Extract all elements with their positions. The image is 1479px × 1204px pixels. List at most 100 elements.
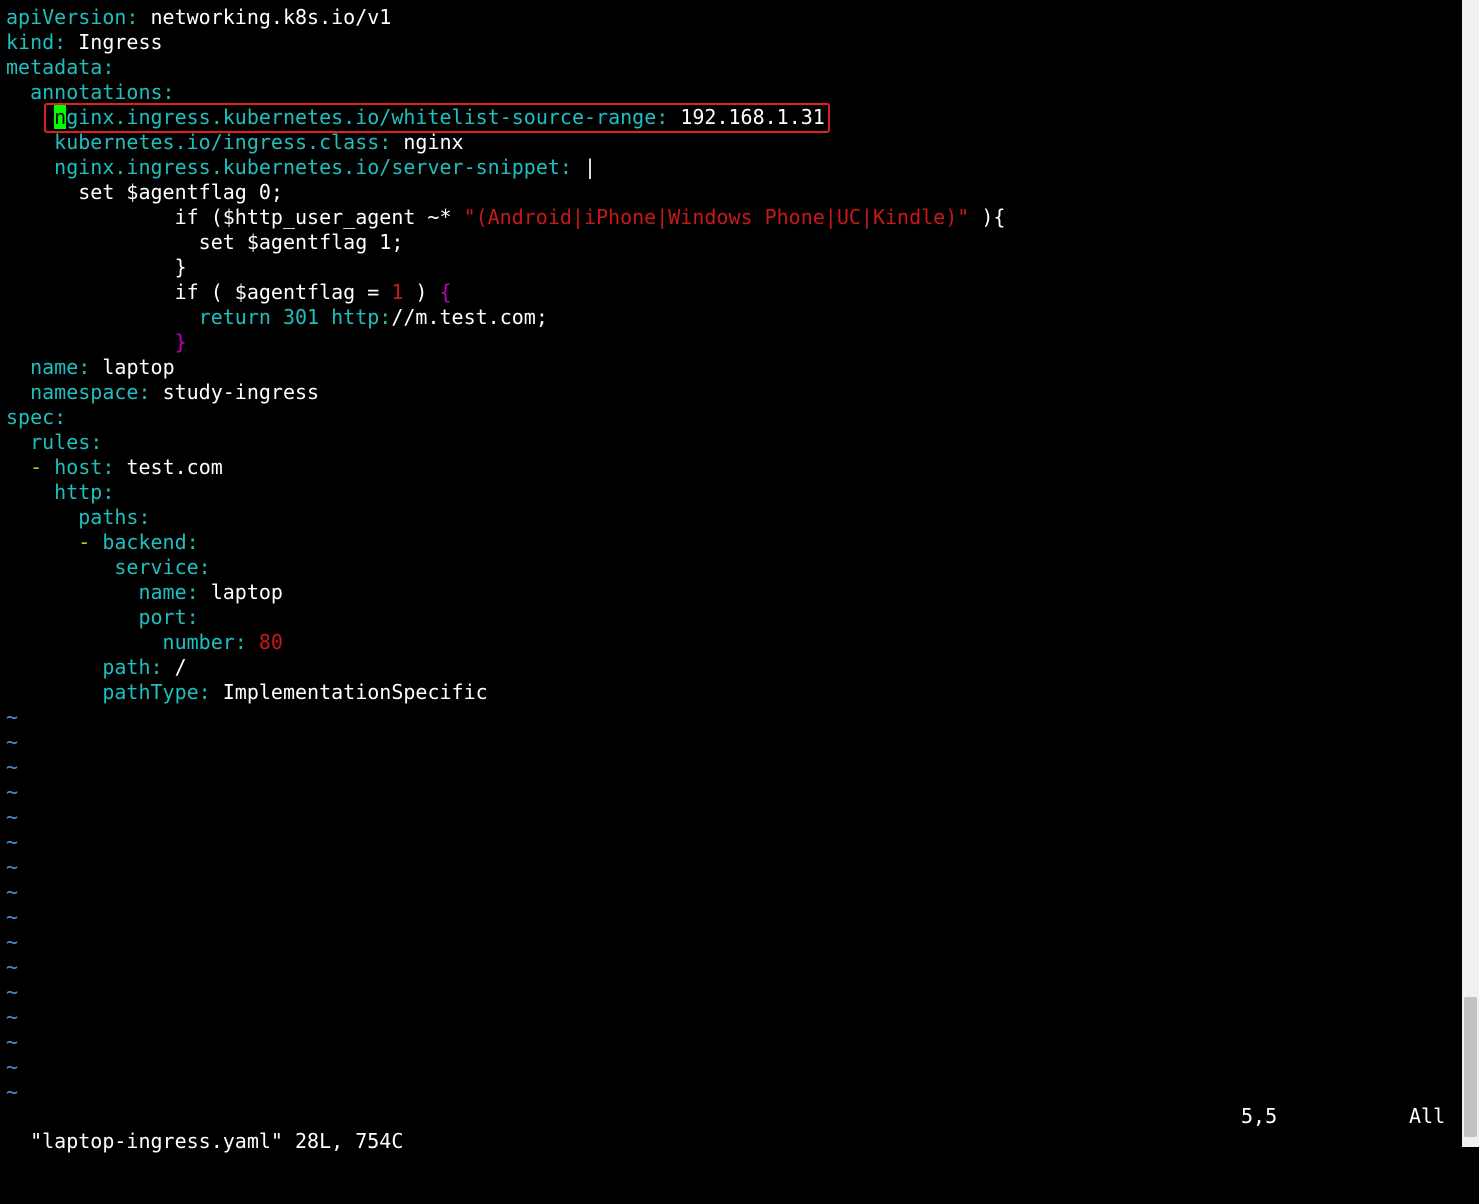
empty-line-tilde: ~ (6, 780, 19, 804)
code-token-punct: : (186, 530, 199, 554)
code-token-key: spec (6, 405, 55, 429)
code-token-key: annotations (30, 80, 163, 104)
code-token-key: http (54, 480, 103, 504)
code-token-string: "(Android|iPhone|Windows Phone|UC|Kindle… (463, 205, 970, 229)
code-token-key: apiVersion (6, 5, 127, 29)
code-token-punct: : (138, 505, 151, 529)
scrollbar-thumb[interactable] (1464, 997, 1477, 1137)
code-token-punct: : (379, 130, 404, 154)
code-line: metadata: (6, 55, 1459, 80)
code-line: - backend: (6, 530, 1459, 555)
code-token-punct: : (150, 655, 175, 679)
code-line: } (6, 330, 1459, 355)
code-token-text: ){ (969, 205, 1006, 229)
code-token-text: nginx (403, 130, 464, 154)
code-line: http: (6, 480, 1459, 505)
code-line: path: / (6, 655, 1459, 680)
code-token-key: namespace (30, 380, 139, 404)
code-token-punct: : (102, 55, 115, 79)
code-token-punct: : (54, 30, 79, 54)
code-token-number: 1 (391, 280, 404, 304)
code-token-punct: : (559, 155, 584, 179)
code-token-punct: : (54, 405, 67, 429)
empty-line-tilde: ~ (6, 1080, 19, 1104)
code-token-key: rules (30, 430, 91, 454)
code-token-text: if ( $agentflag = (6, 280, 392, 304)
empty-line-tilde: ~ (6, 1005, 19, 1029)
empty-line-tilde: ~ (6, 755, 19, 779)
code-token-key: name (30, 355, 79, 379)
code-token-dash: - (78, 530, 103, 554)
code-line: set $agentflag 0; (6, 180, 1459, 205)
code-token-punct: : (198, 555, 211, 579)
code-token-punct: : (186, 580, 211, 604)
code-line: spec: (6, 405, 1459, 430)
code-token-text: laptop (210, 580, 283, 604)
code-token-dash: - (30, 455, 55, 479)
code-token-key: ginx.ingress.kubernetes.io/whitelist-sou… (66, 105, 657, 129)
code-line: service: (6, 555, 1459, 580)
empty-line-tilde: ~ (6, 1030, 19, 1054)
code-line: nginx.ingress.kubernetes.io/whitelist-so… (6, 105, 1459, 130)
code-token-punct: : (186, 605, 199, 629)
empty-line-tilde: ~ (6, 805, 19, 829)
status-scroll-percentage: All (1409, 1104, 1446, 1128)
code-token-punct: : (198, 680, 223, 704)
code-token-punct: : (90, 430, 103, 454)
code-line: } (6, 255, 1459, 280)
code-token-punct: : (162, 80, 175, 104)
vim-editor-buffer[interactable]: apiVersion: networking.k8s.io/v1 kind: In… (6, 5, 1459, 1105)
code-token-punct: : (656, 105, 681, 129)
code-line: name: laptop (6, 355, 1459, 380)
vim-status-line: "laptop-ingress.yaml" 28L, 754C 5,5 All (6, 1104, 1459, 1153)
code-token-key: name (138, 580, 187, 604)
terminal-scrollbar[interactable] (1462, 0, 1479, 1147)
code-token-brace: } (174, 330, 187, 354)
code-line: pathType: ImplementationSpecific (6, 680, 1459, 705)
code-token-key: backend (102, 530, 187, 554)
code-line: rules: (6, 430, 1459, 455)
code-token-key: nginx.ingress.kubernetes.io/server-snipp… (54, 155, 560, 179)
code-line: namespace: study-ingress (6, 380, 1459, 405)
code-token-punct: : (102, 455, 127, 479)
code-token-text: study-ingress (162, 380, 320, 404)
code-token-text: if ($http_user_agent ~* (6, 205, 464, 229)
code-line: if ($http_user_agent ~* "(Android|iPhone… (6, 205, 1459, 230)
code-line: kubernetes.io/ingress.class: nginx (6, 130, 1459, 155)
code-token-text: / (174, 655, 187, 679)
empty-line-tilde: ~ (6, 730, 19, 754)
code-token-key: metadata (6, 55, 103, 79)
code-token-punct: : (379, 305, 392, 329)
code-token-text: ImplementationSpecific (222, 680, 488, 704)
code-token-key: service (114, 555, 199, 579)
code-token-key: host (54, 455, 103, 479)
code-token-key: paths (78, 505, 139, 529)
code-line: annotations: (6, 80, 1459, 105)
code-line: number: 80 (6, 630, 1459, 655)
empty-line-tilde: ~ (6, 955, 19, 979)
status-file-info: "laptop-ingress.yaml" 28L, 754C (30, 1129, 404, 1153)
code-token-text: | (584, 155, 597, 179)
empty-line-tilde: ~ (6, 905, 19, 929)
code-token-key: pathType (102, 680, 199, 704)
code-token-text: laptop (102, 355, 175, 379)
code-token-key: kubernetes.io/ingress.class (54, 130, 380, 154)
code-token-punct: : (126, 5, 151, 29)
empty-line-tilde: ~ (6, 1055, 19, 1079)
code-token-text: set $agentflag 1; (6, 230, 404, 254)
empty-line-tilde: ~ (6, 930, 19, 954)
code-token-punct: : (138, 380, 163, 404)
